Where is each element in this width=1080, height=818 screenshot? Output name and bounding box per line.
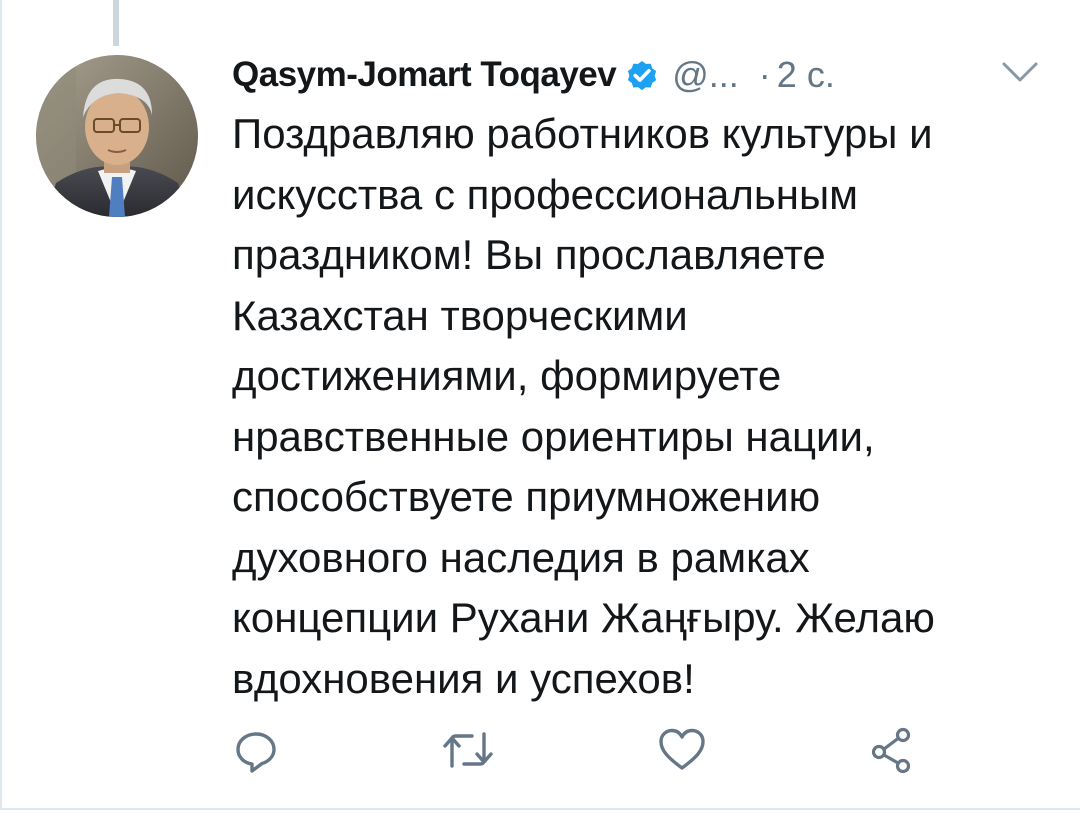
tweet-timestamp[interactable]: 2 с. [777, 54, 835, 96]
share-icon [871, 727, 911, 774]
share-button[interactable] [864, 722, 920, 778]
tweet-header: Qasym-Jomart Toqayev @... · 2 с. [232, 50, 835, 100]
tweet-text-line: Поздравляю работников культуры и [232, 110, 933, 157]
tweet-text-line: искусства с профессиональным [232, 170, 859, 218]
heart-icon [659, 728, 705, 770]
tweet-actions-bar [0, 722, 1080, 778]
left-border [0, 0, 2, 808]
retweet-button[interactable] [440, 722, 496, 778]
tweet-text: Поздравляю работников культуры и искусст… [232, 104, 1032, 709]
avatar[interactable] [36, 55, 198, 217]
reply-button[interactable] [228, 722, 284, 778]
tweet-text-line: нравственные ориентиры нации, [232, 412, 875, 460]
tweet-text-line: Казахстан творческими [232, 291, 688, 339]
retweet-icon [443, 732, 493, 768]
thread-connector-line [113, 0, 119, 46]
author-name[interactable]: Qasym-Jomart Toqayev [232, 55, 617, 95]
avatar-portrait-image [36, 55, 198, 217]
tweet-text-line: концепции Рухани Жаңғыру. Желаю [232, 594, 935, 641]
tweet-text-line: духовного наследия в рамках [232, 533, 810, 581]
tweet-card[interactable]: Qasym-Jomart Toqayev @... · 2 с. Поздрав… [0, 0, 1080, 818]
tweet-text-line: достижениями, формируете [232, 352, 782, 399]
reply-icon [236, 732, 276, 773]
tweet-text-line: праздником! Вы прославляете [232, 231, 826, 278]
chevron-down-icon[interactable] [1000, 58, 1040, 86]
tweet-text-line: вдохновения и успехов! [232, 654, 695, 702]
tweet-divider [0, 808, 1080, 810]
time-separator: · [758, 54, 771, 95]
author-handle[interactable]: @... [672, 54, 739, 96]
like-button[interactable] [654, 722, 710, 778]
tweet-text-line: способствуете приумножению [232, 473, 821, 520]
verified-badge-icon [628, 61, 657, 91]
